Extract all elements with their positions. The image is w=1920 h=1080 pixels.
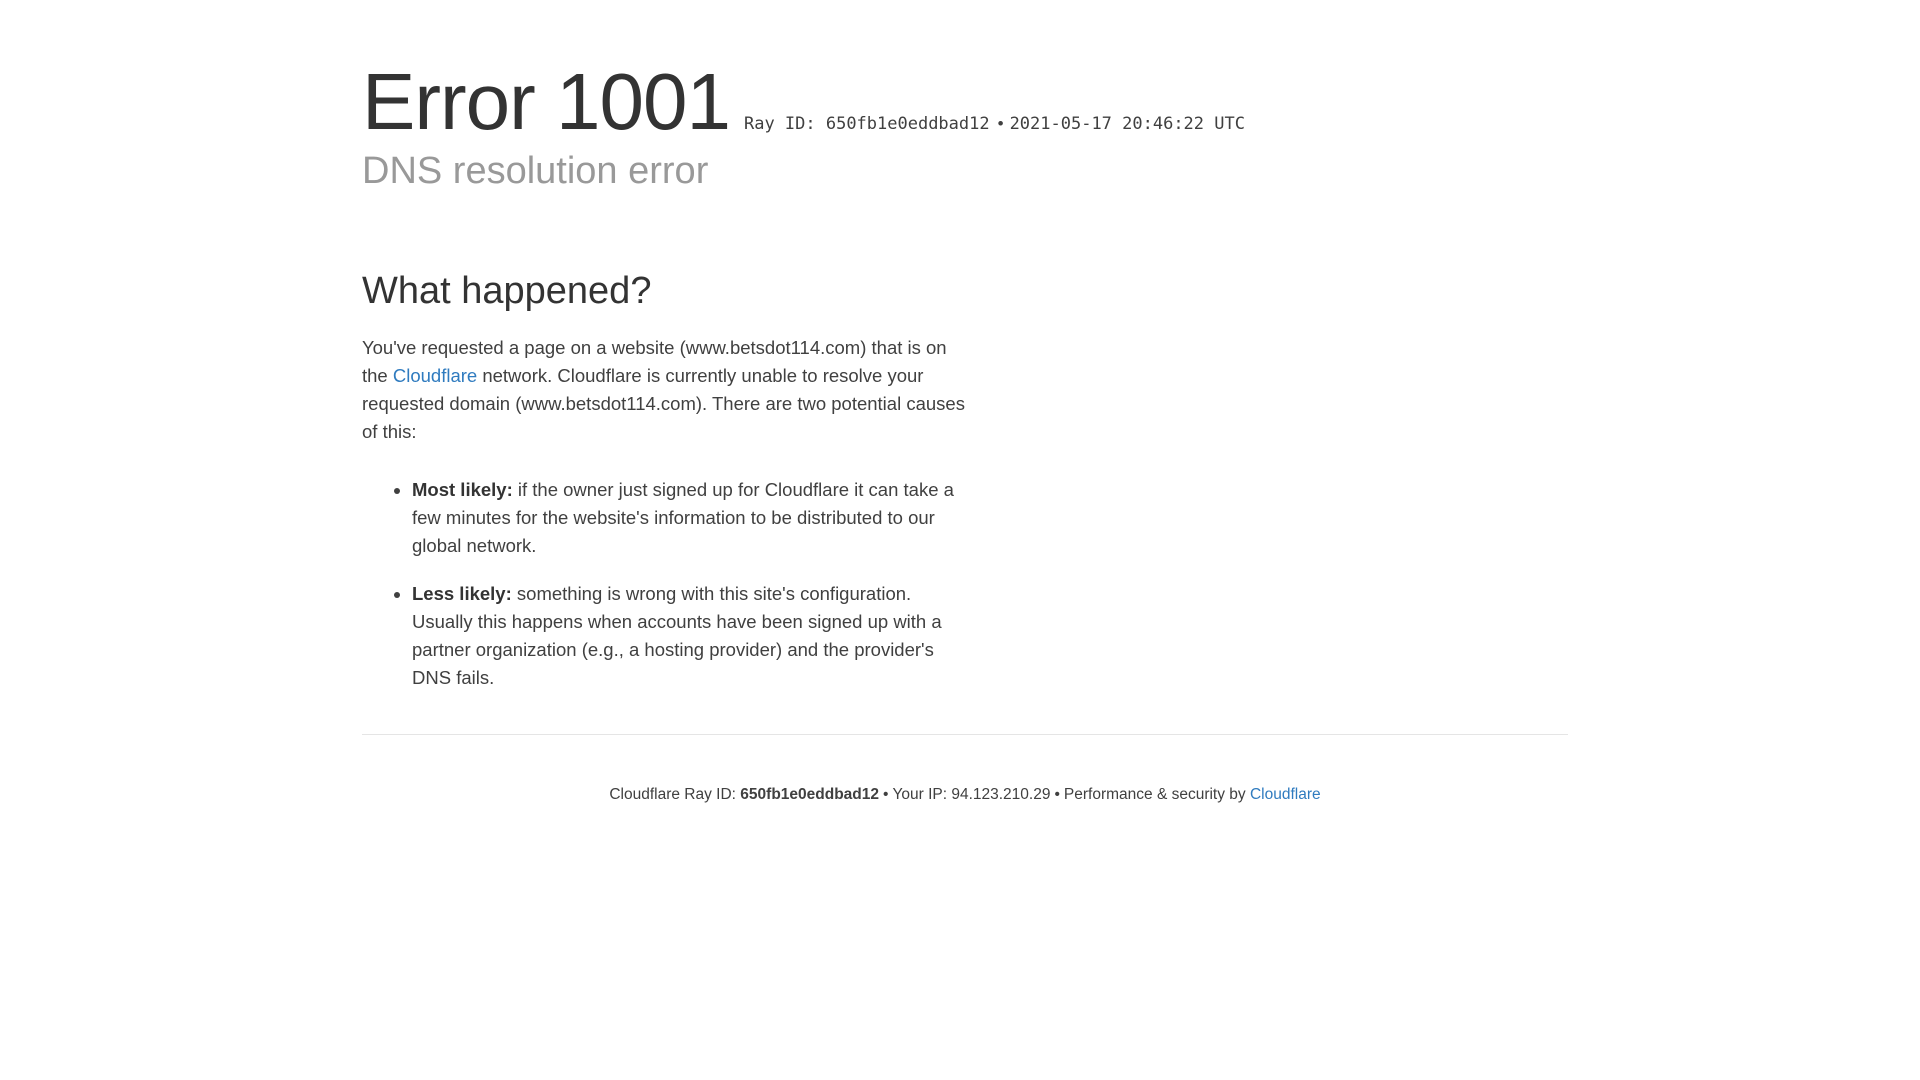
footer: Cloudflare Ray ID: 650fb1e0eddbad12 • Your… xyxy=(362,786,1568,804)
footer-performance-text: Performance & security by xyxy=(1063,786,1250,803)
error-code: Error 1001 xyxy=(362,57,731,146)
what-happened-section: What happened? You've requested a page o… xyxy=(362,268,972,692)
footer-separator: • xyxy=(883,786,889,803)
footer-divider xyxy=(362,734,1568,735)
ray-meta: Ray ID: 650fb1e0eddbad12 • 2021-05-17 20:4… xyxy=(744,114,1245,134)
footer-cloudflare-link[interactable]: Cloudflare xyxy=(1250,786,1321,803)
ray-id-label: Ray ID: 650fb1e0eddbad12 xyxy=(743,114,990,134)
error-subtitle: DNS resolution error xyxy=(362,150,709,192)
error-header: Error 1001 Ray ID: 650fb1e0eddbad12 • 2021… xyxy=(362,60,1568,144)
what-happened-title: What happened? xyxy=(362,270,652,312)
cause-most-likely: Most likely: if the owner just signed up… xyxy=(412,476,972,560)
cause-less-likely: Less likely: something is wrong with thi… xyxy=(412,580,972,692)
footer-ip: Your IP: 94.123.210.29 xyxy=(892,786,1051,803)
error-page: Error 1001 Ray ID: 650fb1e0eddbad12 • 2021… xyxy=(0,0,1920,1080)
causes-list: Most likely: if the owner just signed up… xyxy=(362,476,972,692)
footer-ray-prefix: Cloudflare Ray ID: xyxy=(609,786,741,803)
cloudflare-link[interactable]: Cloudflare xyxy=(393,365,477,386)
cause-label: Less likely: xyxy=(412,583,512,604)
error-container: Error 1001 Ray ID: 650fb1e0eddbad12 • 2021… xyxy=(362,60,1568,712)
header-separator: • xyxy=(997,114,1004,133)
footer-separator: • xyxy=(1054,786,1060,803)
what-happened-paragraph: You've requested a page on a website (ww… xyxy=(362,334,972,446)
cause-label: Most likely: xyxy=(412,479,513,500)
footer-ray-id: 650fb1e0eddbad12 xyxy=(740,786,880,803)
error-timestamp: 2021-05-17 20:46:22 UTC xyxy=(1009,114,1245,134)
